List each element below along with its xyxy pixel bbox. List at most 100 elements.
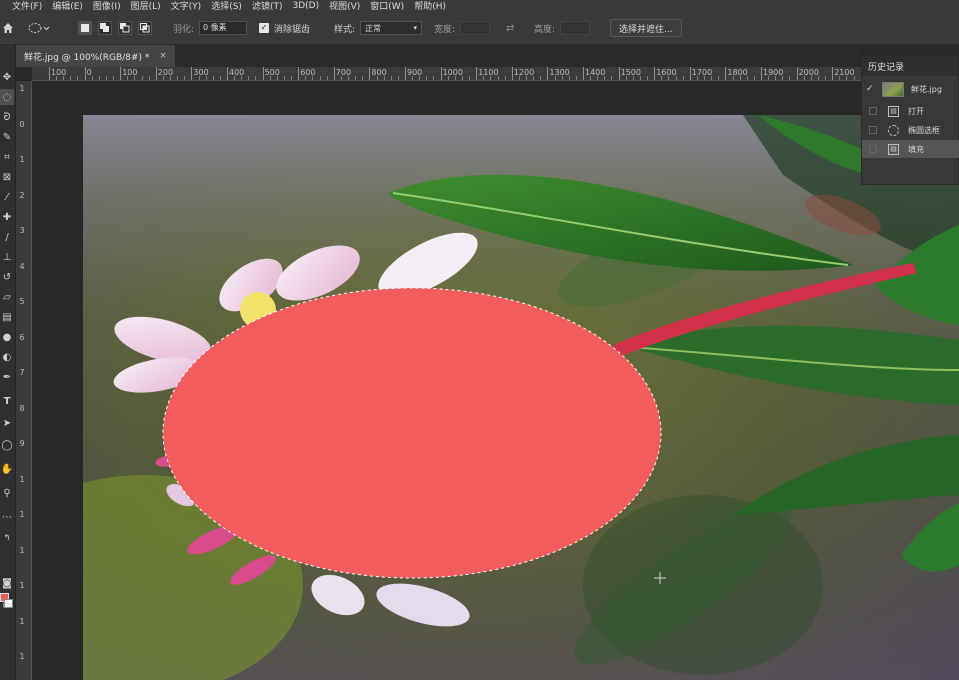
history-step-label: 填充 — [908, 144, 924, 154]
ruler-minor-tick — [184, 76, 186, 80]
ruler-minor-tick — [597, 76, 599, 80]
history-panel-title[interactable]: 历史记录 — [862, 56, 958, 76]
ruler-minor-tick — [846, 76, 848, 80]
type-icon[interactable]: T — [0, 393, 14, 409]
ruler-minor-tick — [412, 76, 414, 80]
horizontal-ruler[interactable]: 100 0 100 200 300 400 500 600 700 800 900 1000 1100 1… — [32, 67, 959, 81]
new-selection-button[interactable] — [78, 21, 92, 35]
crop-icon[interactable]: ⌗ — [0, 149, 14, 165]
vertical-ruler[interactable]: 1 0 1 2 3 4 5 6 7 8 9 1 1 1 1 1 1 — [16, 81, 32, 680]
move-icon[interactable]: ✥ — [0, 69, 14, 85]
path-select-icon[interactable]: ➤ — [0, 415, 14, 431]
antialias-checkbox[interactable]: ✓ — [259, 23, 269, 33]
ruler-major-tick — [262, 67, 264, 80]
subtract-selection-button[interactable] — [118, 21, 132, 35]
ruler-major-tick — [440, 67, 442, 80]
ruler-minor-tick — [704, 76, 706, 80]
hand-icon[interactable]: ✋ — [0, 461, 14, 477]
gradient-icon[interactable]: ▤ — [0, 309, 14, 325]
ruler-major-tick — [49, 67, 50, 80]
intersect-selection-button[interactable] — [138, 21, 152, 35]
zoom-icon[interactable]: ⚲ — [0, 485, 14, 501]
width-label: 宽度: — [434, 24, 456, 35]
ruler-minor-tick — [604, 76, 606, 80]
feather-input[interactable]: 0 像素 — [199, 21, 248, 35]
ruler-minor-tick — [177, 76, 179, 80]
ruler-minor-tick — [504, 76, 506, 80]
history-source-checkbox[interactable] — [869, 107, 877, 115]
eyedropper-icon[interactable]: ⁄ — [0, 189, 14, 205]
flower-photo — [83, 115, 959, 680]
width-input[interactable] — [460, 21, 491, 35]
history-brush-source-icon[interactable]: ✓ — [866, 84, 874, 94]
select-and-mask-button[interactable]: 选择并遮住... — [610, 19, 682, 37]
ruler-minor-tick — [326, 76, 328, 80]
subtract-selection-icon — [120, 23, 130, 33]
image-canvas[interactable] — [83, 115, 959, 680]
ruler-minor-tick — [696, 76, 698, 80]
swap-colors-icon[interactable]: ↰ — [0, 529, 14, 545]
ruler-major-tick — [547, 67, 549, 80]
history-source-checkbox[interactable] — [869, 126, 877, 134]
ruler-minor-tick — [817, 76, 819, 80]
snapshot-thumbnail — [882, 81, 904, 97]
ruler-minor-tick — [162, 76, 164, 80]
history-step-open[interactable]: ▤ 打开 — [862, 102, 959, 120]
frame-icon[interactable]: ⊠ — [0, 169, 14, 185]
ruler-tick-label: 1 — [19, 84, 25, 93]
ruler-tick-label: 7 — [19, 368, 25, 377]
history-step-marquee[interactable]: 椭圆选框 — [862, 121, 959, 139]
more-icon[interactable]: ⋯ — [0, 509, 14, 525]
close-tab-icon[interactable]: × — [159, 51, 167, 61]
style-value: 正常 — [365, 23, 382, 33]
history-step-fill[interactable]: ▤ 填充 — [862, 140, 959, 158]
height-input[interactable] — [560, 21, 591, 35]
workspace[interactable] — [33, 82, 959, 680]
shape-icon[interactable]: ◯ — [0, 437, 14, 453]
clone-stamp-icon[interactable]: ⊥ — [0, 249, 14, 265]
healing-brush-icon[interactable]: ✚ — [0, 209, 14, 225]
ruler-minor-tick — [426, 76, 428, 80]
ruler-major-tick — [191, 67, 193, 80]
ruler-minor-tick — [661, 76, 663, 80]
tool-preset-picker[interactable] — [28, 11, 50, 45]
ruler-minor-tick — [241, 76, 243, 80]
brush-icon[interactable]: / — [0, 229, 14, 245]
ruler-tick-label: 1 — [19, 652, 25, 661]
ruler-major-tick — [298, 67, 300, 80]
ruler-tick-label: 2 — [19, 190, 25, 200]
history-step-label: 打开 — [908, 106, 924, 116]
menu-3d[interactable]: 3D(D) — [292, 1, 319, 11]
ruler-minor-tick — [397, 76, 399, 80]
history-snapshot[interactable]: ✓ 鲜花.jpg — [862, 78, 959, 100]
style-select[interactable]: 正常 ▾ — [360, 21, 423, 35]
screen-mode-icon[interactable]: ▭ — [0, 597, 14, 613]
ruler-major-tick — [369, 67, 371, 80]
ruler-minor-tick — [91, 76, 93, 80]
history-source-checkbox[interactable] — [869, 145, 877, 153]
lasso-icon[interactable]: ᘐ — [0, 109, 14, 125]
ruler-minor-tick — [98, 76, 100, 80]
ruler-tick-label: 1900 — [763, 68, 784, 77]
snapshot-label: 鲜花.jpg — [911, 84, 942, 94]
blur-icon[interactable]: ● — [0, 329, 14, 345]
history-brush-icon[interactable]: ↺ — [0, 269, 14, 285]
quick-select-icon[interactable]: ✎ — [0, 129, 14, 145]
document-tab[interactable]: 鲜花.jpg @ 100%(RGB/8#) * × — [16, 45, 175, 67]
document-tab-title: 鲜花.jpg @ 100%(RGB/8#) * — [24, 52, 150, 63]
dodge-icon[interactable]: ◐ — [0, 349, 14, 365]
ruler-minor-tick — [711, 76, 713, 80]
ruler-tick-label: 1600 — [656, 68, 677, 77]
home-button[interactable] — [2, 11, 14, 45]
swap-dimensions-button[interactable]: ⇄ — [506, 11, 514, 45]
ruler-minor-tick — [718, 76, 720, 80]
elliptical-marquee-icon[interactable]: ◌ — [0, 89, 14, 105]
quick-mask-icon[interactable]: ◙ — [0, 575, 14, 591]
pen-icon[interactable]: ✒ — [0, 369, 14, 385]
ruler-minor-tick — [554, 76, 556, 80]
add-selection-button[interactable] — [98, 21, 112, 35]
ruler-minor-tick — [312, 76, 314, 80]
eraser-icon[interactable]: ▱ — [0, 289, 14, 305]
ruler-minor-tick — [255, 76, 257, 80]
ellipse-marquee-preset-icon — [28, 23, 50, 33]
